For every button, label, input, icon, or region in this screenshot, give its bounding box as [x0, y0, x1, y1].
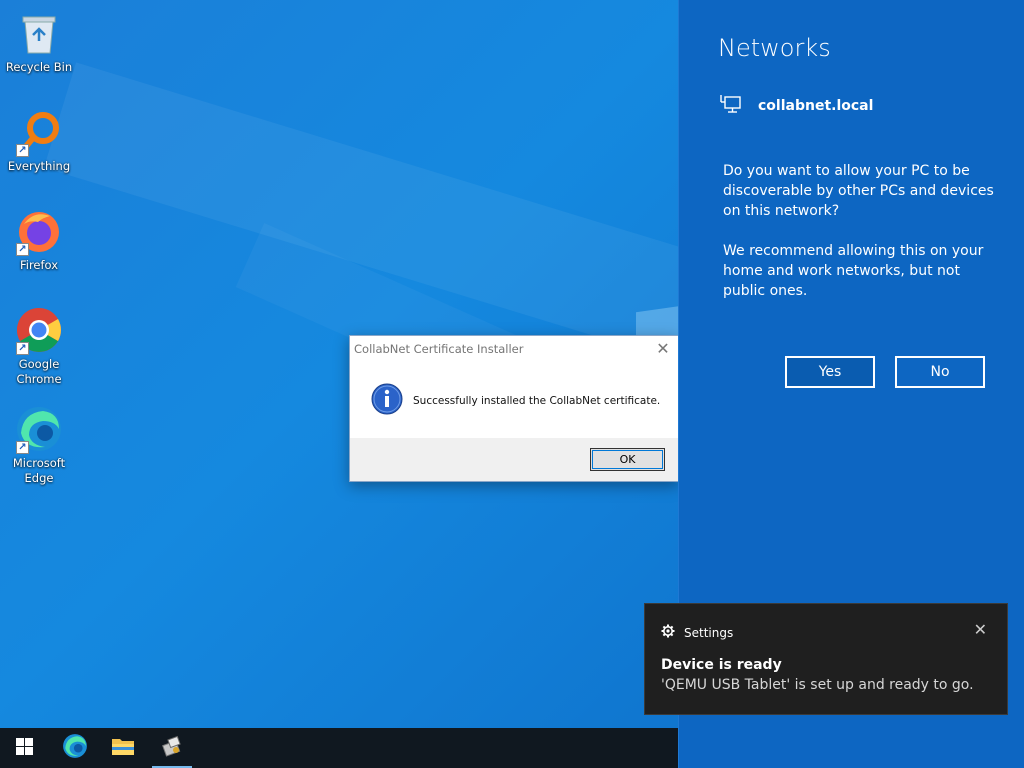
taskbar-edge-button[interactable] [51, 728, 99, 768]
everything-search-icon: ↗ [14, 107, 64, 157]
notification-title: Device is ready [661, 657, 782, 673]
desktop-icons: Recycle Bin ↗ Everything ↗ Firefox ↗ Goo… [0, 4, 78, 499]
desktop-icon-label: Microsoft Edge [12, 456, 66, 485]
taskbar-file-explorer-button[interactable] [99, 728, 147, 768]
desktop-icon-label: Google Chrome [16, 357, 62, 386]
edge-icon [62, 733, 88, 763]
desktop-icon-label: Recycle Bin [5, 60, 73, 74]
notification-message: 'QEMU USB Tablet' is set up and ready to… [661, 677, 974, 693]
device-ready-notification[interactable]: Settings ✕ Device is ready 'QEMU USB Tab… [644, 603, 1008, 715]
panel-title: Networks [718, 34, 831, 62]
dialog-footer: OK [350, 438, 678, 481]
ok-button[interactable]: OK [590, 448, 665, 471]
certificate-installer-dialog: CollabNet Certificate Installer ✕ Succes… [349, 335, 679, 482]
desktop-icon-label: Firefox [19, 258, 59, 272]
shortcut-arrow-icon: ↗ [16, 144, 29, 157]
shortcut-arrow-icon: ↗ [16, 441, 29, 454]
discoverable-recommendation: We recommend allowing this on your home … [723, 243, 984, 299]
file-explorer-icon [111, 736, 135, 760]
certificate-installer-icon [161, 735, 183, 761]
dialog-message: Successfully installed the CollabNet cer… [413, 395, 661, 407]
notification-app-name: Settings [684, 625, 734, 640]
no-button[interactable]: No [895, 356, 985, 388]
desktop-icon-microsoft-edge[interactable]: ↗ Microsoft Edge [0, 400, 78, 499]
edge-icon: ↗ [14, 404, 64, 454]
desktop-icon-firefox[interactable]: ↗ Firefox [0, 202, 78, 301]
dialog-title: CollabNet Certificate Installer [354, 342, 524, 356]
discoverable-question: Do you want to allow your PC to be disco… [723, 163, 994, 219]
close-icon[interactable]: ✕ [974, 620, 987, 639]
yes-button[interactable]: Yes [785, 356, 875, 388]
dialog-titlebar[interactable]: CollabNet Certificate Installer [350, 336, 678, 362]
network-entry: collabnet.local [720, 94, 873, 118]
dialog-body: Successfully installed the CollabNet cer… [350, 362, 678, 440]
taskbar [0, 728, 678, 768]
shortcut-arrow-icon: ↗ [16, 243, 29, 256]
desktop-icon-recycle-bin[interactable]: Recycle Bin [0, 4, 78, 103]
desktop-icon-everything[interactable]: ↗ Everything [0, 103, 78, 202]
windows-start-icon [15, 737, 33, 759]
info-icon [371, 383, 403, 419]
notification-header: Settings [661, 623, 733, 642]
recycle-bin-icon [14, 8, 64, 58]
firefox-icon: ↗ [14, 206, 64, 256]
chrome-icon: ↗ [14, 305, 64, 355]
shortcut-arrow-icon: ↗ [16, 342, 29, 355]
taskbar-certificate-installer-button[interactable] [148, 728, 196, 768]
start-button[interactable] [0, 728, 48, 768]
close-icon[interactable]: ✕ [654, 340, 672, 358]
desktop-icon-google-chrome[interactable]: ↗ Google Chrome [0, 301, 78, 400]
desktop-icon-label: Everything [7, 159, 71, 173]
network-name: collabnet.local [758, 98, 874, 114]
ethernet-network-icon [720, 94, 742, 118]
gear-icon [661, 623, 675, 642]
